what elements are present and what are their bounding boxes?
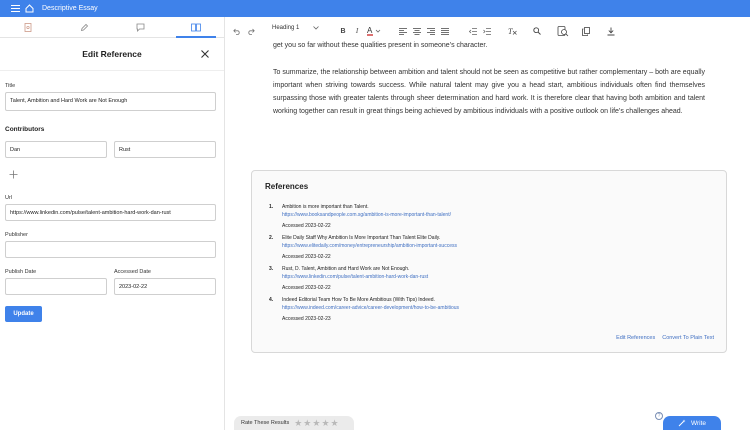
reference-number: 2. bbox=[269, 235, 274, 241]
accessed-date-field[interactable]: 2023-02-22 bbox=[114, 278, 216, 295]
star-icon[interactable]: ★ bbox=[312, 418, 320, 428]
rate-results-label: Rate These Results bbox=[241, 420, 290, 426]
tab-document[interactable] bbox=[0, 17, 56, 37]
magic-wand-icon bbox=[678, 419, 686, 427]
contributors-heading: Contributors bbox=[5, 126, 45, 133]
tab-comments[interactable] bbox=[112, 17, 168, 37]
reference-accessed: Accessed 2023-02-23 bbox=[282, 316, 331, 322]
chevron-down-icon bbox=[313, 26, 320, 30]
reference-number: 4. bbox=[269, 297, 274, 303]
references-card: References 1. Ambition is more important… bbox=[251, 170, 727, 353]
reference-url[interactable]: https://www.elitedaily.com/money/entrepr… bbox=[282, 242, 457, 250]
panel-tabs bbox=[0, 17, 224, 38]
reference-title: Indeed Editorial Team How To Be More Amb… bbox=[282, 297, 435, 303]
publish-date-label: Publish Date bbox=[5, 269, 37, 275]
document-paragraph: get you so far without these qualities p… bbox=[273, 42, 488, 49]
align-right-icon[interactable] bbox=[426, 25, 436, 37]
update-button[interactable]: Update bbox=[5, 306, 42, 322]
edit-references-link[interactable]: Edit References bbox=[616, 335, 655, 341]
reference-number: 1. bbox=[269, 204, 274, 210]
tab-references[interactable] bbox=[168, 17, 224, 38]
rate-results-bar: Rate These Results ★ ★ ★ ★ ★ bbox=[234, 416, 354, 430]
help-icon[interactable]: ? bbox=[655, 412, 663, 420]
contributor-first-value: Dan bbox=[10, 146, 21, 153]
document-icon bbox=[24, 22, 32, 32]
clear-formatting-icon[interactable]: T bbox=[507, 25, 517, 37]
references-heading: References bbox=[265, 182, 309, 191]
title-label: Title bbox=[5, 83, 16, 89]
title-field[interactable]: Talent, Ambition and Hard Work are Not E… bbox=[5, 92, 216, 111]
reference-accessed: Accessed 2023-02-22 bbox=[282, 254, 331, 260]
url-label: Url bbox=[5, 195, 13, 201]
reference-accessed: Accessed 2023-02-22 bbox=[282, 223, 331, 229]
publisher-label: Publisher bbox=[5, 232, 28, 238]
reference-url[interactable]: https://www.indeed.com/career-advice/car… bbox=[282, 304, 459, 312]
references-icon bbox=[191, 23, 201, 31]
write-button-label: Write bbox=[690, 419, 707, 427]
add-contributor-icon[interactable] bbox=[9, 170, 18, 179]
heading-select-value: Heading 1 bbox=[272, 25, 300, 31]
reference-url[interactable]: https://www.booksandpeople.com.sg/ambiti… bbox=[282, 211, 451, 219]
app-title: Descriptive Essay bbox=[42, 5, 98, 12]
document-paragraph: To summarize, the relationship between a… bbox=[273, 69, 705, 115]
redo-icon[interactable] bbox=[246, 25, 256, 37]
star-icon[interactable]: ★ bbox=[294, 418, 302, 428]
pen-icon bbox=[80, 23, 88, 31]
star-icon[interactable]: ★ bbox=[303, 418, 311, 428]
align-justify-icon[interactable] bbox=[440, 25, 450, 37]
panel-header: Edit Reference bbox=[0, 38, 224, 71]
copy-icon[interactable] bbox=[581, 25, 591, 37]
publish-date-field[interactable] bbox=[5, 278, 107, 295]
comment-icon bbox=[136, 23, 144, 32]
bold-icon[interactable]: B bbox=[338, 25, 348, 37]
download-icon[interactable] bbox=[606, 25, 616, 37]
home-icon[interactable] bbox=[23, 0, 36, 17]
top-bar: Descriptive Essay bbox=[0, 0, 750, 17]
plagiarism-check-icon[interactable] bbox=[556, 25, 569, 37]
indent-icon[interactable] bbox=[482, 25, 492, 37]
reference-title: Rust, D. Talent, Ambition and Hard Work … bbox=[282, 266, 410, 272]
reference-title: Elite Daily Staff Why Ambition Is More I… bbox=[282, 235, 441, 241]
convert-to-plain-text-link[interactable]: Convert To Plain Text bbox=[662, 335, 714, 341]
contributor-last-name-field[interactable]: Rust bbox=[114, 141, 216, 158]
url-field[interactable]: https://www.linkedin.com/pulse/talent-am… bbox=[5, 204, 216, 221]
reference-number: 3. bbox=[269, 266, 274, 272]
reference-panel: Edit Reference Title Talent, Ambition an… bbox=[0, 17, 225, 430]
align-left-icon[interactable] bbox=[398, 25, 408, 37]
rating-stars: ★ ★ ★ ★ ★ bbox=[294, 418, 339, 428]
heading-select[interactable]: Heading 1 bbox=[272, 25, 320, 31]
undo-icon[interactable] bbox=[232, 25, 242, 37]
reference-accessed: Accessed 2023-02-22 bbox=[282, 285, 331, 291]
star-icon[interactable]: ★ bbox=[331, 418, 339, 428]
url-value: https://www.linkedin.com/pulse/talent-am… bbox=[10, 209, 171, 216]
contributor-last-value: Rust bbox=[119, 146, 131, 153]
title-value: Talent, Ambition and Hard Work are Not E… bbox=[10, 98, 128, 104]
text-color-icon[interactable]: A bbox=[366, 25, 384, 37]
write-button[interactable]: Write bbox=[663, 416, 721, 430]
references-actions: Edit References Convert To Plain Text bbox=[616, 335, 714, 341]
search-icon[interactable] bbox=[532, 25, 542, 37]
publisher-field[interactable] bbox=[5, 241, 216, 258]
accessed-date-value: 2023-02-22 bbox=[119, 283, 148, 290]
reference-url[interactable]: https://www.linkedin.com/pulse/talent-am… bbox=[282, 273, 428, 281]
svg-text:A: A bbox=[367, 26, 373, 35]
menu-icon[interactable] bbox=[9, 0, 22, 17]
italic-icon[interactable]: I bbox=[352, 25, 362, 37]
align-center-icon[interactable] bbox=[412, 25, 422, 37]
tab-edit[interactable] bbox=[56, 17, 112, 37]
accessed-date-label: Accessed Date bbox=[114, 269, 151, 275]
close-icon[interactable] bbox=[200, 49, 210, 59]
panel-title: Edit Reference bbox=[82, 49, 142, 59]
svg-text:T: T bbox=[508, 27, 513, 35]
outdent-icon[interactable] bbox=[468, 25, 478, 37]
reference-title: Ambition is more important than Talent. bbox=[282, 204, 369, 210]
contributor-first-name-field[interactable]: Dan bbox=[5, 141, 107, 158]
star-icon[interactable]: ★ bbox=[321, 418, 329, 428]
